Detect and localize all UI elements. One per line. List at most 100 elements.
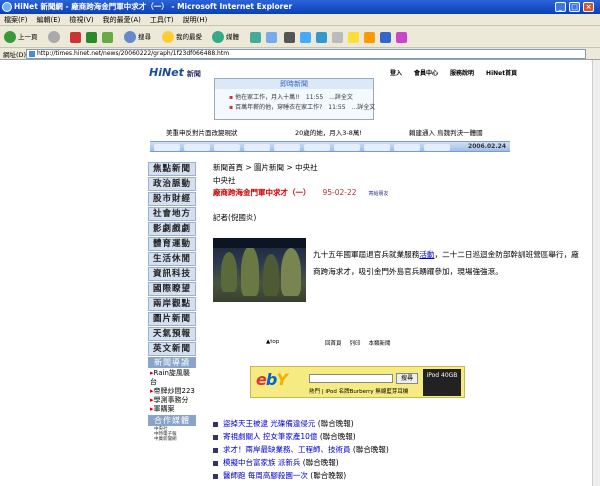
breaking-news-box: 即時新聞 他在家工作，月入十萬!! 11:55 ...詳全文 百萬年薪的他，穿睡…: [214, 78, 375, 120]
breaking-news-header: 即時新聞: [215, 79, 373, 89]
news-guide-item[interactable]: ▸Rain旋風襲台: [148, 369, 196, 387]
discuss-icon[interactable]: [316, 32, 327, 43]
sidebar-item-focus[interactable]: 焦點新聞: [148, 162, 196, 176]
media-button[interactable]: 媒體: [212, 30, 239, 44]
sidebar-item-leisure[interactable]: 生活休閒: [148, 252, 196, 266]
back-to-top-link[interactable]: ▲top: [266, 339, 279, 345]
related-news-item[interactable]: 盜掉天王被逮 光碟備違侵元 (聯合晚報): [213, 418, 513, 429]
maximize-button[interactable]: □: [569, 2, 580, 12]
minimize-button[interactable]: _: [555, 2, 566, 12]
home-icon[interactable]: [102, 32, 113, 43]
sidebar-item-international[interactable]: 國際瞭望: [148, 282, 196, 296]
news-guide-header: 新聞導讀: [148, 357, 196, 368]
related-news-item[interactable]: 模擬中台富家族 派新兵 (聯合晚報): [213, 457, 513, 468]
sidebar-item-entertainment[interactable]: 影劇戲劇: [148, 222, 196, 236]
window-title: HiNet 新聞網 - 廠商跨海金門軍中求才（一） - Microsoft In…: [14, 2, 293, 11]
menu-file[interactable]: 檔案(F): [4, 16, 28, 24]
toolbar-extra-3-icon[interactable]: [396, 32, 407, 43]
news-guide-item[interactable]: ▸學測事務分: [148, 396, 196, 405]
breadcrumb[interactable]: 新聞首頁 > 圖片新聞 > 中央社: [213, 162, 318, 173]
favorites-button[interactable]: 我的最愛: [162, 30, 202, 44]
activity-link[interactable]: 活動: [419, 250, 434, 259]
nav-tab[interactable]: [154, 144, 180, 151]
close-button[interactable]: ×: [583, 2, 594, 12]
site-logo[interactable]: HiNet 新聞: [149, 66, 201, 79]
folder-icon[interactable]: [348, 32, 359, 43]
article-body: 九十五年國軍屆退官兵就業服務活動，二十二日巡迴金防部幹訓班營區舉行，廠商跨海求才…: [313, 250, 579, 276]
ebay-ad-banner[interactable]: ebY 搜尋 熱門 | iPod 名牌Burberry 無線藍芽耳機 iPod …: [250, 366, 465, 398]
subhead-link[interactable]: 賴建通入 烏魏判決一體國: [409, 127, 483, 137]
sidebar-item-weather[interactable]: 天氣預報: [148, 327, 196, 341]
ebay-logo: ebY: [256, 370, 288, 389]
nav-date: 2006.02.24: [468, 143, 506, 150]
nav-tab[interactable]: [394, 144, 420, 151]
nav-tab[interactable]: [364, 144, 390, 151]
print-link[interactable]: 列印: [350, 341, 361, 347]
nav-tab[interactable]: [304, 144, 330, 151]
help-link[interactable]: 服務說明: [450, 70, 474, 77]
home-link[interactable]: 回首頁: [325, 341, 342, 347]
breaking-news-item[interactable]: 他在家工作，月入十萬!! 11:55 ...詳全文: [229, 92, 353, 101]
related-news-item[interactable]: 寄視劇關人 控女筆家產10億 (聯合晚報): [213, 431, 513, 442]
ad-hot-links[interactable]: 熱門 | iPod 名牌Burberry 無線藍芽耳機: [309, 387, 408, 395]
sidebar-item-politics[interactable]: 政治脈動: [148, 177, 196, 191]
subhead-link[interactable]: 美重申反對片面改變現狀: [166, 127, 238, 137]
sidebar-item-finance[interactable]: 股市財經: [148, 192, 196, 206]
back-button[interactable]: 上一頁: [4, 30, 38, 44]
nav-tab[interactable]: [244, 144, 270, 151]
toolbar-extra-2-icon[interactable]: [380, 32, 391, 43]
search-button[interactable]: 搜尋: [124, 30, 151, 44]
refresh-icon[interactable]: [86, 32, 97, 43]
forward-button[interactable]: [48, 30, 62, 44]
category-nav-bar: 2006.02.24: [150, 141, 510, 152]
subhead-link[interactable]: 20歲的她，月入3-8萬!: [295, 127, 362, 137]
vertical-scrollbar[interactable]: [592, 60, 600, 486]
toolbar: 上一頁 搜尋 我的最愛 媒體: [0, 26, 600, 48]
related-news-item[interactable]: 醫師跑 每周高腳殺園一次 (聯合晚報): [213, 470, 513, 481]
sidebar-item-cross-strait[interactable]: 兩岸觀點: [148, 297, 196, 311]
sidebar-item-tech[interactable]: 資訊科技: [148, 267, 196, 281]
nav-tab[interactable]: [274, 144, 300, 151]
top-links: 登入 會員中心 服務說明 HiNet首頁: [390, 68, 529, 77]
sidebar-item-english[interactable]: 英文新聞: [148, 342, 196, 356]
menu-view[interactable]: 檢視(V): [69, 16, 93, 24]
partner-link[interactable]: 中廣新聞網: [148, 437, 196, 442]
mail-icon[interactable]: [266, 32, 277, 43]
news-guide-item[interactable]: ▸軍購案: [148, 405, 196, 414]
stop-icon[interactable]: [70, 32, 81, 43]
sidebar-item-photo-news[interactable]: 圖片新聞: [148, 312, 196, 326]
messenger-icon[interactable]: [332, 32, 343, 43]
menu-bar: 檔案(F) 編輯(E) 檢視(V) 我的最愛(A) 工具(T) 說明(H): [0, 14, 600, 26]
menu-help[interactable]: 說明(H): [183, 16, 208, 24]
nav-tab[interactable]: [184, 144, 210, 151]
edit-icon[interactable]: [300, 32, 311, 43]
breaking-news-item[interactable]: 百萬年薪的他，穿睡衣在家工作? 11:55 ...詳全文: [229, 102, 375, 111]
category-news-link[interactable]: 本類新聞: [369, 341, 391, 347]
sidebar-item-sports[interactable]: 體育運動: [148, 237, 196, 251]
ipod-ad-image[interactable]: iPod 40GB: [423, 369, 461, 396]
nav-tab[interactable]: [424, 144, 450, 151]
toolbar-extra-icon[interactable]: [364, 32, 375, 43]
hinet-home-link[interactable]: HiNet首頁: [486, 70, 517, 77]
news-guide-item[interactable]: ▸帝牌炒間223: [148, 387, 196, 396]
send-to-friend-link[interactable]: 寄給朋友: [369, 191, 389, 197]
ad-search-button[interactable]: 搜尋: [396, 373, 418, 384]
member-link[interactable]: 會員中心: [414, 70, 438, 77]
article-reporter: 記者(倪國炎): [213, 213, 257, 222]
menu-tools[interactable]: 工具(T): [150, 16, 174, 24]
history-icon[interactable]: [250, 32, 261, 43]
nav-tab[interactable]: [334, 144, 360, 151]
menu-favorites[interactable]: 我的最愛(A): [103, 16, 141, 24]
login-link[interactable]: 登入: [390, 70, 402, 77]
article-source: 中央社: [213, 176, 236, 185]
related-news-item[interactable]: 求才！兩岸最缺業務、工程師、技術員 (聯合晚報): [213, 444, 513, 455]
address-input[interactable]: http://times.hinet.net/news/20060222/gra…: [26, 49, 586, 59]
search-icon: [124, 31, 136, 43]
print-icon[interactable]: [284, 32, 295, 43]
nav-tab[interactable]: [214, 144, 240, 151]
ad-search-input[interactable]: [309, 374, 393, 383]
menu-edit[interactable]: 編輯(E): [37, 16, 61, 24]
news-photo[interactable]: [213, 238, 306, 302]
sidebar: 焦點新聞 政治脈動 股市財經 社會地方 影劇戲劇 體育運動 生活休閒 資訊科技 …: [148, 162, 196, 442]
sidebar-item-society[interactable]: 社會地方: [148, 207, 196, 221]
